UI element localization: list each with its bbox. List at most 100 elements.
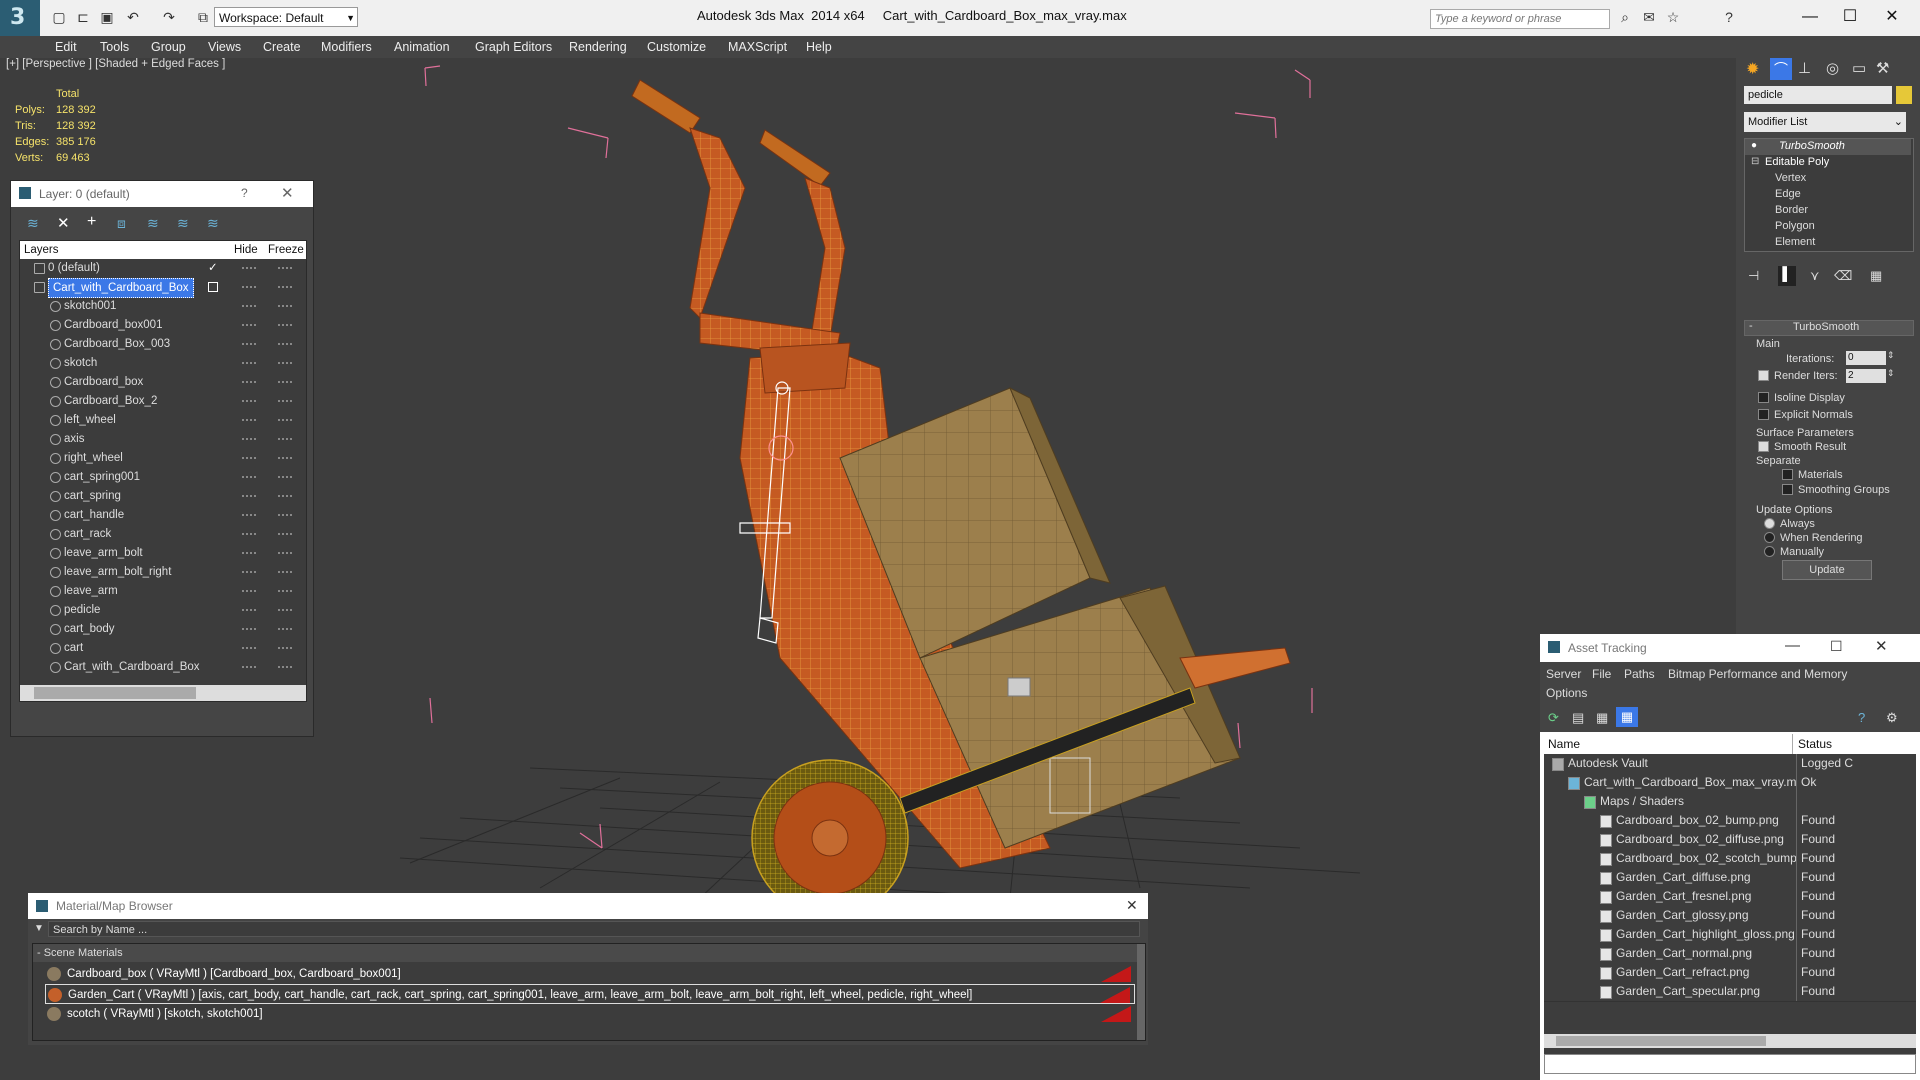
communication-center-icon[interactable]: ✉ <box>1640 8 1658 26</box>
col-layers[interactable]: Layers <box>24 244 59 256</box>
viewport-label[interactable]: [+] [Perspective ] [Shaded + Edged Faces… <box>6 58 225 70</box>
asset-row[interactable]: Garden_Cart_normal.png Found <box>1544 944 1916 964</box>
layer-row[interactable]: leave_arm <box>20 582 306 600</box>
layer-row[interactable]: cart_handle <box>20 506 306 524</box>
set-current-layer-icon[interactable] <box>208 282 218 292</box>
freeze-toggle[interactable] <box>278 476 292 480</box>
object-color-swatch[interactable] <box>1896 86 1912 104</box>
remove-modifier-icon[interactable]: ⌫ <box>1834 268 1852 284</box>
menu-paths[interactable]: Paths <box>1624 667 1655 681</box>
stack-item-polygon[interactable]: Polygon <box>1775 220 1815 232</box>
layer-row[interactable]: skotch <box>20 354 306 372</box>
open-file-icon[interactable]: ⊏ <box>74 8 92 26</box>
layer-row[interactable]: Cart_with_Cardboard_Box <box>20 278 306 298</box>
utilities-tab-icon[interactable]: ⚒ <box>1876 59 1889 77</box>
asset-status-field[interactable] <box>1544 1054 1916 1074</box>
maximize-button[interactable]: ☐ <box>1830 4 1870 30</box>
menu-group[interactable]: Group <box>151 40 186 54</box>
save-icon[interactable]: ▣ <box>98 8 116 26</box>
layer-row[interactable]: pedicle <box>20 601 306 619</box>
freeze-toggle[interactable] <box>278 419 292 423</box>
menu-customize[interactable]: Customize <box>647 40 706 54</box>
asset-titlebar[interactable]: Asset Tracking — ☐ ✕ <box>1540 634 1920 662</box>
menu-file[interactable]: File <box>1592 667 1611 681</box>
search-input[interactable]: Type a keyword or phrase <box>1430 9 1610 29</box>
menu-animation[interactable]: Animation <box>394 40 450 54</box>
freeze-toggle[interactable] <box>278 628 292 632</box>
layer-row[interactable]: right_wheel <box>20 449 306 467</box>
maximize-button[interactable]: ☐ <box>1830 638 1843 655</box>
layer-stack-icon[interactable]: ≋ <box>27 215 39 232</box>
freeze-toggle[interactable] <box>278 400 292 404</box>
pin-stack-icon[interactable]: ⊣ <box>1748 268 1759 284</box>
layer-row[interactable]: Cart_with_Cardboard_Box <box>20 658 306 676</box>
asset-row[interactable]: Cardboard_box_02_diffuse.png Found <box>1544 830 1916 850</box>
object-name-field[interactable]: pedicle <box>1744 86 1892 104</box>
freeze-toggle[interactable] <box>278 457 292 461</box>
delete-layer-icon[interactable]: ✕ <box>57 214 70 232</box>
table-view-icon[interactable]: ▦ <box>1616 707 1638 727</box>
close-button[interactable]: ✕ <box>1872 4 1912 30</box>
redo-icon[interactable]: ↷ <box>160 8 178 26</box>
freeze-toggle[interactable] <box>278 362 292 366</box>
menu-create[interactable]: Create <box>263 40 301 54</box>
stack-item-vertex[interactable]: Vertex <box>1775 172 1806 184</box>
freeze-toggle[interactable] <box>278 666 292 670</box>
asset-row[interactable]: Garden_Cart_glossy.png Found <box>1544 906 1916 926</box>
help-icon[interactable]: ? <box>1720 8 1738 26</box>
modifier-list-dropdown[interactable]: Modifier List ⌄ <box>1744 112 1906 132</box>
asset-row[interactable]: Garden_Cart_diffuse.png Found <box>1544 868 1916 888</box>
expand-icon[interactable]: ⊟ <box>1751 156 1759 167</box>
freeze-toggle[interactable] <box>278 552 292 556</box>
hide-toggle[interactable] <box>242 495 256 499</box>
highlight-layer-icon[interactable]: ≋ <box>147 215 159 232</box>
active-layer-check-icon[interactable]: ✓ <box>208 259 218 277</box>
hide-toggle[interactable] <box>242 400 256 404</box>
material-row[interactable]: Cardboard_box ( VRayMtl ) [Cardboard_box… <box>45 964 1135 984</box>
layer-panel-titlebar[interactable]: Layer: 0 (default) ? ✕ <box>11 181 313 207</box>
hide-toggle[interactable] <box>242 533 256 537</box>
hierarchy-tab-icon[interactable]: ⊥ <box>1798 59 1811 77</box>
settings-icon[interactable]: ⚙ <box>1886 710 1898 726</box>
turbosmooth-rollout-header[interactable]: - TurboSmooth <box>1744 320 1914 336</box>
layer-row[interactable]: cart_rack <box>20 525 306 543</box>
hide-toggle[interactable] <box>242 647 256 651</box>
hide-toggle[interactable] <box>242 324 256 328</box>
smooth-result-checkbox[interactable] <box>1758 441 1769 452</box>
hide-toggle[interactable] <box>242 666 256 670</box>
layer-row[interactable]: left_wheel <box>20 411 306 429</box>
explicit-normals-checkbox[interactable] <box>1758 409 1769 420</box>
asset-row[interactable]: Autodesk Vault Logged C <box>1544 754 1916 774</box>
make-unique-icon[interactable]: ⋎ <box>1810 268 1820 284</box>
layer-row[interactable]: cart <box>20 639 306 657</box>
hide-toggle[interactable] <box>242 305 256 309</box>
close-icon[interactable]: ✕ <box>281 184 294 202</box>
freeze-toggle[interactable] <box>278 590 292 594</box>
add-layer-icon[interactable]: + <box>87 213 96 231</box>
column-divider[interactable] <box>1792 734 1793 754</box>
render-iters-spinner[interactable]: 2 <box>1846 369 1886 383</box>
menu-edit[interactable]: Edit <box>55 40 77 54</box>
menu-bitmap-performance[interactable]: Bitmap Performance and Memory <box>1668 667 1847 681</box>
asset-row[interactable]: Maps / Shaders <box>1544 792 1916 812</box>
layer-row[interactable]: cart_body <box>20 620 306 638</box>
materials-checkbox[interactable] <box>1782 469 1793 480</box>
binoculars-icon[interactable]: ⌕ <box>1616 8 1634 26</box>
freeze-toggle[interactable] <box>278 343 292 347</box>
new-file-icon[interactable]: ▢ <box>50 8 68 26</box>
configure-modifier-sets-icon[interactable]: ▦ <box>1870 268 1882 284</box>
menu-tools[interactable]: Tools <box>100 40 129 54</box>
update-button[interactable]: Update <box>1782 560 1872 580</box>
minimize-button[interactable]: — <box>1790 4 1830 30</box>
asset-row[interactable]: Garden_Cart_highlight_gloss.png Found <box>1544 925 1916 945</box>
app-menu-button[interactable]: 3 <box>0 0 40 36</box>
menu-modifiers[interactable]: Modifiers <box>321 40 372 54</box>
iterations-spinner[interactable]: 0 <box>1846 351 1886 365</box>
stack-item-edge[interactable]: Edge <box>1775 188 1801 200</box>
help-icon[interactable]: ? <box>241 186 248 200</box>
freeze-toggle[interactable] <box>278 571 292 575</box>
asset-hscrollbar[interactable] <box>1544 1034 1916 1048</box>
material-row[interactable]: scotch ( VRayMtl ) [skotch, skotch001] <box>45 1004 1135 1024</box>
menu-options[interactable]: Options <box>1546 686 1587 700</box>
modify-tab-icon[interactable]: ⌒ <box>1770 58 1792 80</box>
